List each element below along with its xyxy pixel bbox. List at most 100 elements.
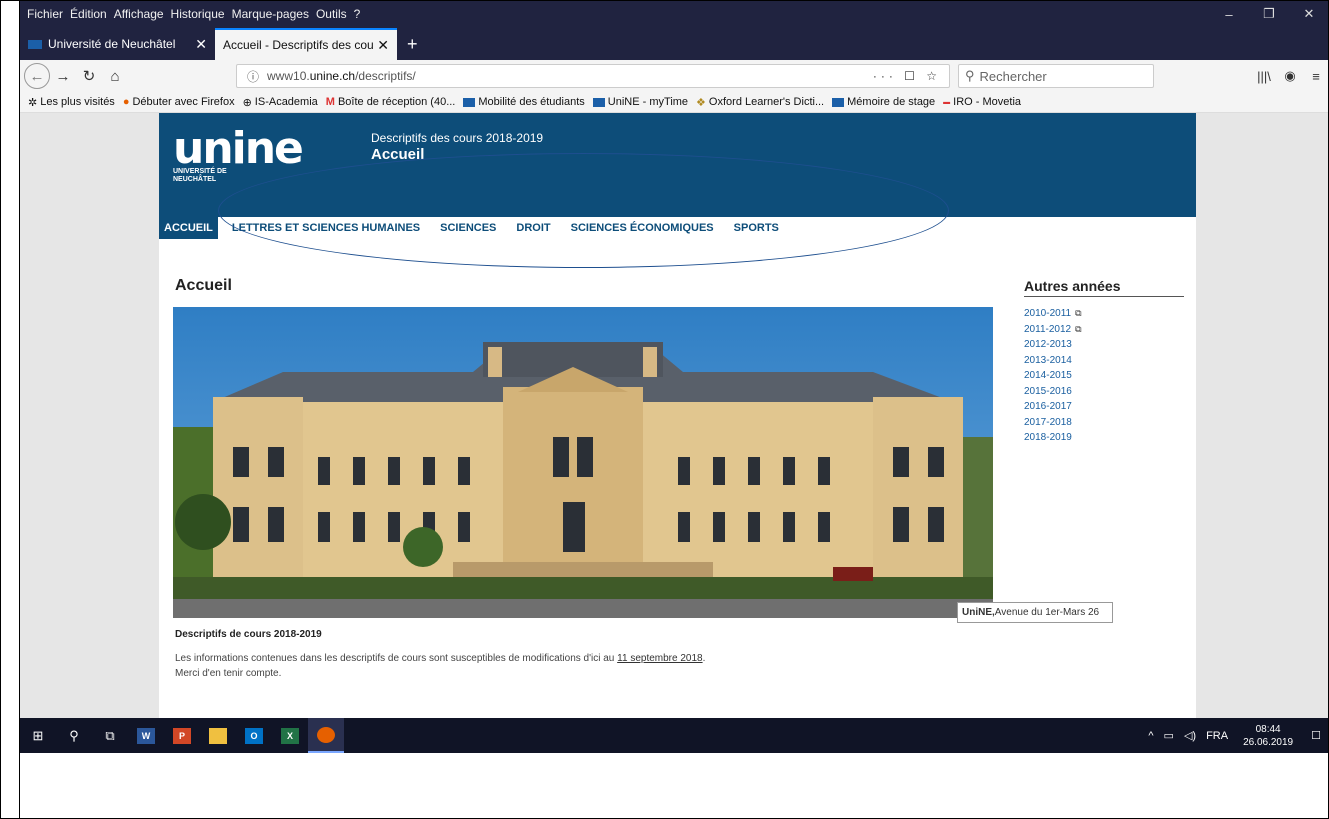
bookmark-mobilite[interactable]: Mobilité des étudiants: [463, 96, 585, 108]
tab-close-icon[interactable]: ✕: [377, 37, 389, 54]
menu-view[interactable]: Affichage: [114, 7, 164, 21]
globe-icon: ⊕: [242, 96, 252, 109]
search-input[interactable]: ⚲ Rechercher: [958, 64, 1154, 88]
unine-icon: [463, 97, 476, 107]
main-nav: ACCUEIL LETTRES ET SCIENCES HUMAINES SCI…: [159, 217, 1196, 239]
search-icon[interactable]: ⚲: [56, 718, 92, 753]
search-icon: ⚲: [965, 68, 975, 83]
menu-history[interactable]: Historique: [171, 7, 225, 21]
page-viewport: unine UNIVERSITÉ DE NEUCHÂTEL Descriptif…: [20, 113, 1329, 718]
chevron-up-icon[interactable]: ^: [1148, 730, 1153, 742]
library-icon[interactable]: |||\: [1251, 69, 1277, 84]
gear-icon: ✲: [28, 96, 38, 109]
year-link[interactable]: 2018-2019: [1024, 430, 1082, 446]
tab-close-icon[interactable]: ✕: [195, 36, 207, 53]
powerpoint-icon[interactable]: P: [164, 718, 200, 753]
gmail-icon: M: [325, 96, 335, 108]
nav-droit[interactable]: DROIT: [506, 217, 560, 239]
system-tray: ^ ▭ ◁) FRA 08:44 26.06.2019 ☐: [1143, 718, 1329, 753]
task-view-icon[interactable]: ⧉: [92, 718, 128, 753]
bookmark-gmail[interactable]: M Boîte de réception (40...: [326, 96, 456, 108]
building-photo: [173, 307, 993, 618]
forward-button[interactable]: →: [50, 63, 76, 89]
year-link[interactable]: 2011-2012 ⧉: [1024, 322, 1082, 338]
menu-bookmarks[interactable]: Marque-pages: [232, 7, 309, 21]
years-list: 2010-2011 ⧉ 2011-2012 ⧉ 2012-2013 2013-201…: [1024, 306, 1082, 446]
network-icon[interactable]: ▭: [1164, 729, 1174, 742]
year-link[interactable]: 2016-2017: [1024, 399, 1082, 415]
firefox-icon[interactable]: [308, 718, 344, 753]
close-window-icon[interactable]: ✕: [1289, 0, 1329, 28]
volume-icon[interactable]: ◁): [1184, 729, 1196, 742]
menu-help[interactable]: ?: [354, 7, 361, 21]
unine-icon: [592, 97, 605, 107]
new-tab-button[interactable]: +: [397, 28, 428, 60]
page-title: Accueil: [175, 277, 232, 294]
nav-lettres[interactable]: LETTRES ET SCIENCES HUMAINES: [222, 217, 430, 239]
year-link[interactable]: 2014-2015: [1024, 368, 1082, 384]
year-link[interactable]: 2017-2018: [1024, 415, 1082, 431]
back-button[interactable]: ←: [24, 63, 50, 89]
search-placeholder: Rechercher: [979, 68, 1047, 84]
photo-caption: UniNE, Avenue du 1er-Mars 26: [957, 602, 1113, 623]
clock[interactable]: 08:44 26.06.2019: [1243, 723, 1293, 749]
bookmark-mytime[interactable]: UniNE - myTime: [592, 96, 688, 108]
tab-label: Accueil - Descriptifs des cours 2018: [223, 38, 373, 52]
bookmark-firefox[interactable]: ● Débuter avec Firefox: [123, 96, 235, 108]
bookmarks-bar: ✲ Les plus visités ● Débuter avec Firefox …: [20, 92, 1329, 113]
tab-label: Université de Neuchâtel: [48, 37, 176, 51]
section-title: Descriptifs de cours 2018-2019: [175, 629, 322, 640]
nav-sciences-eco[interactable]: SCIENCES ÉCONOMIQUES: [561, 217, 724, 239]
tab-unine[interactable]: Université de Neuchâtel ✕: [20, 28, 215, 60]
url-actions-icon[interactable]: ··· ☐ ☆: [873, 69, 941, 83]
oxford-icon: ❖: [696, 96, 706, 109]
url-bar[interactable]: ⓘ www10. unine.ch/descriptifs/ ··· ☐ ☆: [236, 64, 950, 88]
year-link[interactable]: 2013-2014: [1024, 353, 1082, 369]
account-icon[interactable]: ◉: [1277, 68, 1303, 84]
year-link[interactable]: 2015-2016: [1024, 384, 1082, 400]
description-line-1: Les informations contenues dans les desc…: [175, 653, 706, 664]
bookmark-iro[interactable]: ▬ IRO - Movetia: [943, 96, 1021, 108]
language-indicator[interactable]: FRA: [1206, 730, 1228, 742]
file-explorer-icon[interactable]: [200, 718, 236, 753]
bookmark-isacademia[interactable]: ⊕ IS-Academia: [243, 96, 318, 109]
nav-sports[interactable]: SPORTS: [724, 217, 789, 239]
excel-icon[interactable]: X: [272, 718, 308, 753]
bookmark-memoire[interactable]: Mémoire de stage: [832, 96, 935, 108]
unine-logo[interactable]: unine: [173, 123, 304, 174]
bookmark-oxford[interactable]: ❖ Oxford Learner's Dicti...: [696, 96, 824, 109]
nav-sciences[interactable]: SCIENCES: [430, 217, 506, 239]
movetia-icon: ▬: [943, 98, 951, 106]
logo-subtitle: UNIVERSITÉ DE NEUCHÂTEL: [173, 168, 227, 183]
external-link-icon: ⧉: [1075, 308, 1082, 318]
menu-edit[interactable]: Édition: [70, 7, 107, 21]
windows-start-icon[interactable]: ⊞: [20, 718, 56, 753]
date-link[interactable]: 11 septembre 2018: [617, 653, 702, 664]
minimize-icon[interactable]: –: [1209, 0, 1249, 28]
restore-icon[interactable]: ❐: [1249, 0, 1289, 28]
page: unine UNIVERSITÉ DE NEUCHÂTEL Descriptif…: [159, 113, 1196, 718]
bookmark-most-visited[interactable]: ✲ Les plus visités: [28, 96, 115, 109]
menu-tools[interactable]: Outils: [316, 7, 347, 21]
tab-bar: Université de Neuchâtel ✕ Accueil - Desc…: [20, 28, 1329, 60]
menu-bar: Fichier Édition Affichage Historique Mar…: [20, 0, 1329, 28]
nav-accueil[interactable]: ACCUEIL: [159, 217, 218, 239]
tab-descriptifs[interactable]: Accueil - Descriptifs des cours 2018 ✕: [215, 28, 397, 60]
left-margin: [0, 0, 20, 819]
word-icon[interactable]: W: [128, 718, 164, 753]
url-path: /descriptifs/: [355, 69, 416, 83]
unine-favicon-icon: [28, 39, 42, 49]
info-icon[interactable]: ⓘ: [247, 68, 259, 85]
url-prefix: www10.: [267, 69, 310, 83]
year-link[interactable]: 2012-2013: [1024, 337, 1082, 353]
home-button[interactable]: ⌂: [102, 63, 128, 89]
description-line-2: Merci d'en tenir compte.: [175, 668, 282, 679]
header-title: Descriptifs des cours 2018-2019: [371, 131, 544, 145]
year-link[interactable]: 2010-2011 ⧉: [1024, 306, 1082, 322]
firefox-icon: ●: [122, 96, 130, 108]
menu-icon[interactable]: ≡: [1303, 69, 1329, 84]
outlook-icon[interactable]: O: [236, 718, 272, 753]
menu-file[interactable]: Fichier: [27, 7, 63, 21]
notifications-icon[interactable]: ☐: [1311, 729, 1321, 742]
reload-button[interactable]: ↻: [76, 63, 102, 89]
